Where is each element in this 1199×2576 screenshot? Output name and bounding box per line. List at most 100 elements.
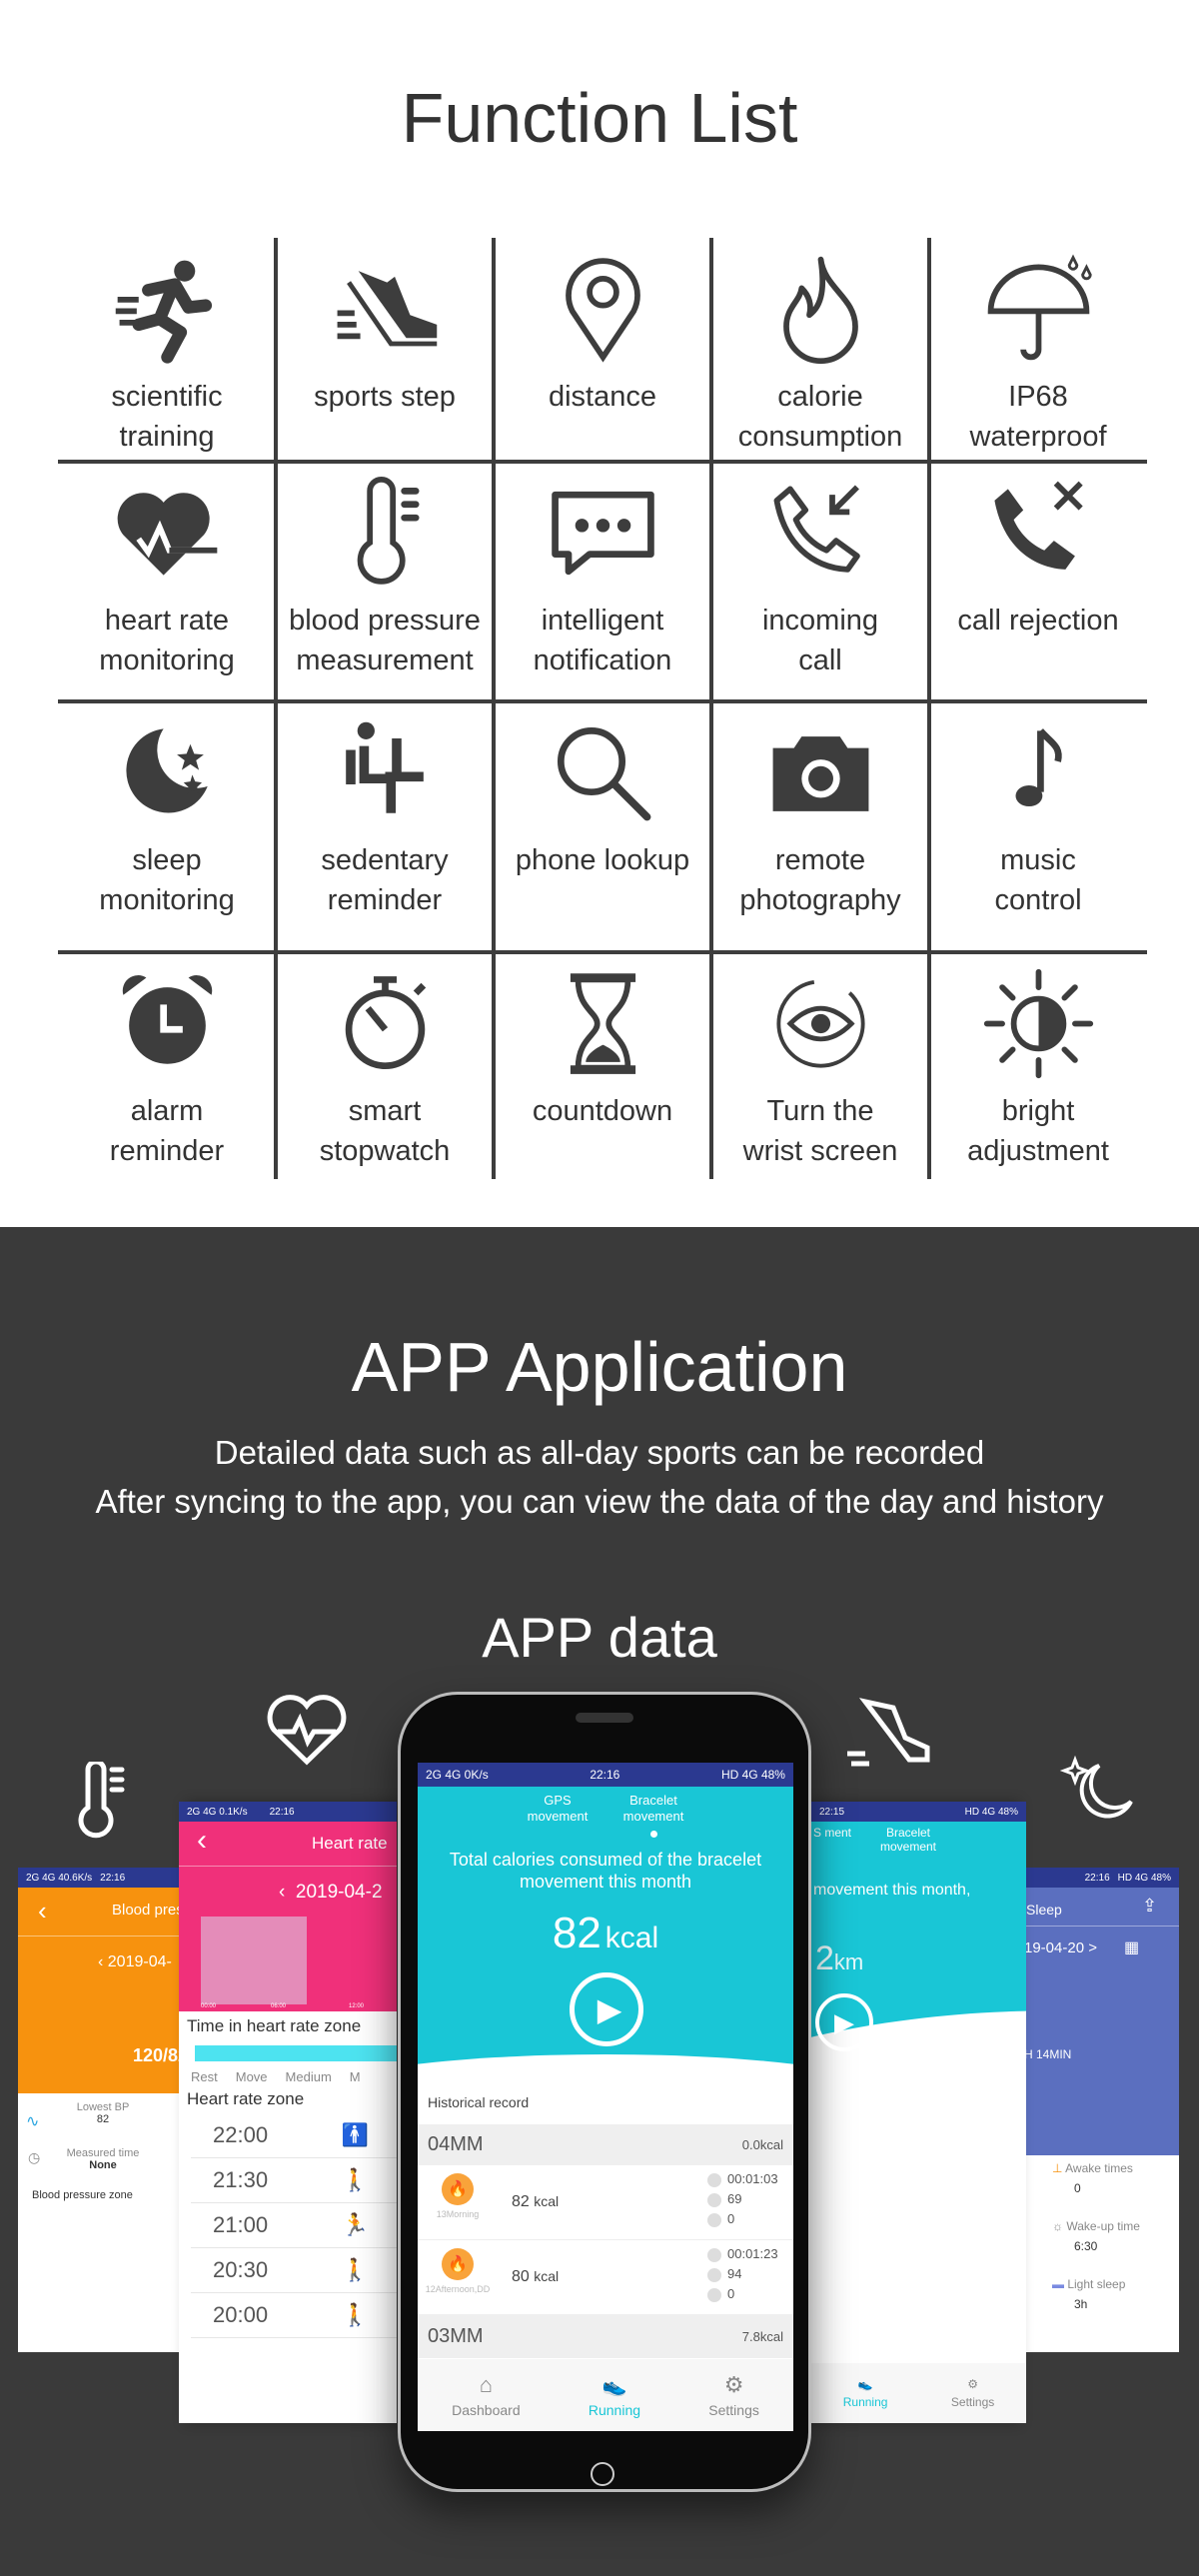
grid-divider	[58, 950, 1147, 954]
status-time: 22:16	[269, 1806, 295, 1818]
zone-title: Time in heart rate zone	[187, 2016, 362, 2035]
nav-label: Running	[588, 2401, 641, 2418]
history-entry[interactable]: 🔥 13Morning 82 kcal 00:01:03 69 0	[418, 2165, 793, 2240]
app-subtitle-1: Detailed data such as all-day sports can…	[214, 1434, 985, 1471]
screen-title: Blood press	[112, 1902, 183, 1919]
date-label: 2019-04-2	[295, 1882, 383, 1903]
lowest-bp-label: Lowest BP	[76, 2101, 130, 2113]
camera-icon	[772, 736, 868, 811]
function-item: sleep monitoring	[58, 701, 276, 952]
month-header[interactable]: 03MM 7.8kcal	[418, 2315, 793, 2358]
nav-running[interactable]: 👟 Running	[843, 2377, 888, 2409]
distance-value: 2km	[815, 1939, 863, 1978]
distance-screen: 22:15 HD 4G 48% S ment Bracelet movement …	[811, 1802, 1026, 2423]
value: 82	[552, 1909, 601, 1957]
zone-bar	[195, 2045, 397, 2061]
time: 21:00	[213, 2212, 269, 2237]
month-header[interactable]: 04MM 0.0kcal	[418, 2124, 793, 2165]
date-selector[interactable]: 19-04-20 >	[1024, 1939, 1097, 1956]
date-label: 2019-04-	[107, 1953, 172, 1970]
stat-label: Wake-up time	[1066, 2219, 1140, 2233]
play-button[interactable]: ▶	[570, 1972, 643, 2046]
function-label: blood pressure	[289, 605, 481, 637]
walk-fast-icon: 🚶	[341, 2257, 369, 2282]
function-item: scientific training	[58, 238, 276, 462]
nav-settings[interactable]: ⚙ Settings	[708, 2372, 759, 2418]
function-item: music control	[929, 701, 1147, 952]
stat-wakeup: ☼ Wake-up time 6:30	[1052, 2219, 1177, 2277]
status-time: 22:15	[819, 1806, 845, 1818]
play-button[interactable]: ▶	[815, 1993, 873, 2051]
zone-medium: Medium	[285, 2069, 332, 2084]
app-data-title: APP data	[482, 1606, 717, 1669]
function-label: smart	[348, 1095, 422, 1127]
unit: kcal	[604, 1922, 659, 1954]
month-label: 04MM	[428, 2133, 484, 2155]
unit: km	[833, 1949, 864, 1974]
tick-label: 12:00	[349, 2003, 365, 2009]
heart-rate-screen: 2G 4G 0.1K/s 22:16 ‹ Heart rate ‹ 2019-04…	[179, 1802, 397, 2423]
function-label: reminder	[327, 884, 443, 916]
function-label: IP68	[1008, 381, 1068, 413]
list-item: 21:00 🏃	[191, 2203, 397, 2248]
sun-icon: ☼	[1052, 2219, 1063, 2233]
status-time: 22:16	[100, 1872, 126, 1884]
function-label: phone lookup	[515, 844, 690, 876]
function-label: remote	[774, 844, 866, 876]
tab-gps[interactable]: GPS movement	[518, 1793, 598, 1825]
tab-gps[interactable]: S ment	[813, 1826, 853, 1840]
function-label: consumption	[737, 421, 903, 453]
status-time: 22:16	[1084, 1872, 1110, 1884]
history-label: Historical record	[428, 2094, 530, 2110]
tick-label: 00:00	[201, 2003, 217, 2009]
app-subtitle-2: After syncing to the app, you can view t…	[95, 1483, 1104, 1520]
umbrella-icon	[987, 254, 1092, 361]
screen-title: Sleep	[1026, 1902, 1062, 1918]
home-button[interactable]	[591, 2462, 614, 2486]
nav-running[interactable]: 👟 Running	[589, 2373, 640, 2418]
nav-label: Dashboard	[452, 2402, 521, 2418]
status-right: HD 4G 48%	[1117, 1872, 1171, 1884]
brightness-icon	[983, 968, 1093, 1079]
blood-pressure-screen: 2G 4G 40.6K/s 22:16 ‹ Blood press ‹ 2019-…	[18, 1868, 183, 2352]
month-total: 7.8kcal	[741, 2329, 783, 2344]
zone-list: 22:00 🚹 21:30 🚶 21:00 🏃 20:30 🚶 20:00 🚶	[191, 2113, 397, 2338]
nav-settings[interactable]: ⚙ Settings	[951, 2377, 994, 2409]
list-title: Heart rate zone	[187, 2089, 305, 2108]
tab-bracelet[interactable]: Bracelet movement	[613, 1793, 693, 1825]
date-selector[interactable]: ‹ 2019-04-2	[279, 1882, 383, 1904]
back-icon[interactable]: ‹	[197, 1824, 207, 1858]
sneaker-icon	[847, 1698, 930, 1767]
function-label: reminder	[109, 1135, 225, 1167]
month-total: 0.0kcal	[741, 2137, 783, 2152]
measured-time-value: None	[89, 2159, 117, 2171]
wave-icon: ∿	[26, 2113, 40, 2130]
sneaker-icon	[337, 271, 437, 347]
entry-time: 12Afternoon,DD	[425, 2284, 491, 2294]
history-entry[interactable]: 🔥 12Afternoon,DD 80 kcal 00:01:23 94 0	[418, 2240, 793, 2315]
time: 20:30	[213, 2257, 269, 2282]
stat-label: Light sleep	[1067, 2277, 1126, 2291]
running-person-icon	[115, 260, 212, 364]
month-label: 03MM	[428, 2325, 484, 2347]
grid-divider	[274, 238, 278, 1179]
calendar-icon[interactable]: ▦	[1124, 1937, 1139, 1957]
entry-duration: 00:01:03	[727, 2171, 778, 2186]
nav-label: Settings	[708, 2402, 759, 2418]
time: 22:00	[213, 2122, 269, 2147]
function-item: blood pressure measurement	[276, 462, 494, 701]
date-selector[interactable]: ‹ 2019-04-	[98, 1953, 172, 1971]
tab-bracelet[interactable]: Bracelet movement	[871, 1826, 945, 1854]
grid-divider	[492, 238, 496, 1179]
function-label: sedentary	[321, 844, 449, 876]
nav-dashboard[interactable]: ⌂ Dashboard	[452, 2372, 521, 2418]
moon-stars-icon	[1059, 1755, 1133, 1819]
nav-label: Settings	[950, 2395, 995, 2409]
time: 21:30	[213, 2167, 269, 2192]
function-item: phone lookup	[494, 701, 711, 952]
upload-icon[interactable]: ⇪	[1142, 1896, 1157, 1917]
function-item: intelligent notification	[494, 462, 711, 701]
thermometer-icon	[78, 1762, 125, 1839]
back-icon[interactable]: ‹	[38, 1896, 47, 1927]
zone-move: Move	[235, 2069, 268, 2084]
